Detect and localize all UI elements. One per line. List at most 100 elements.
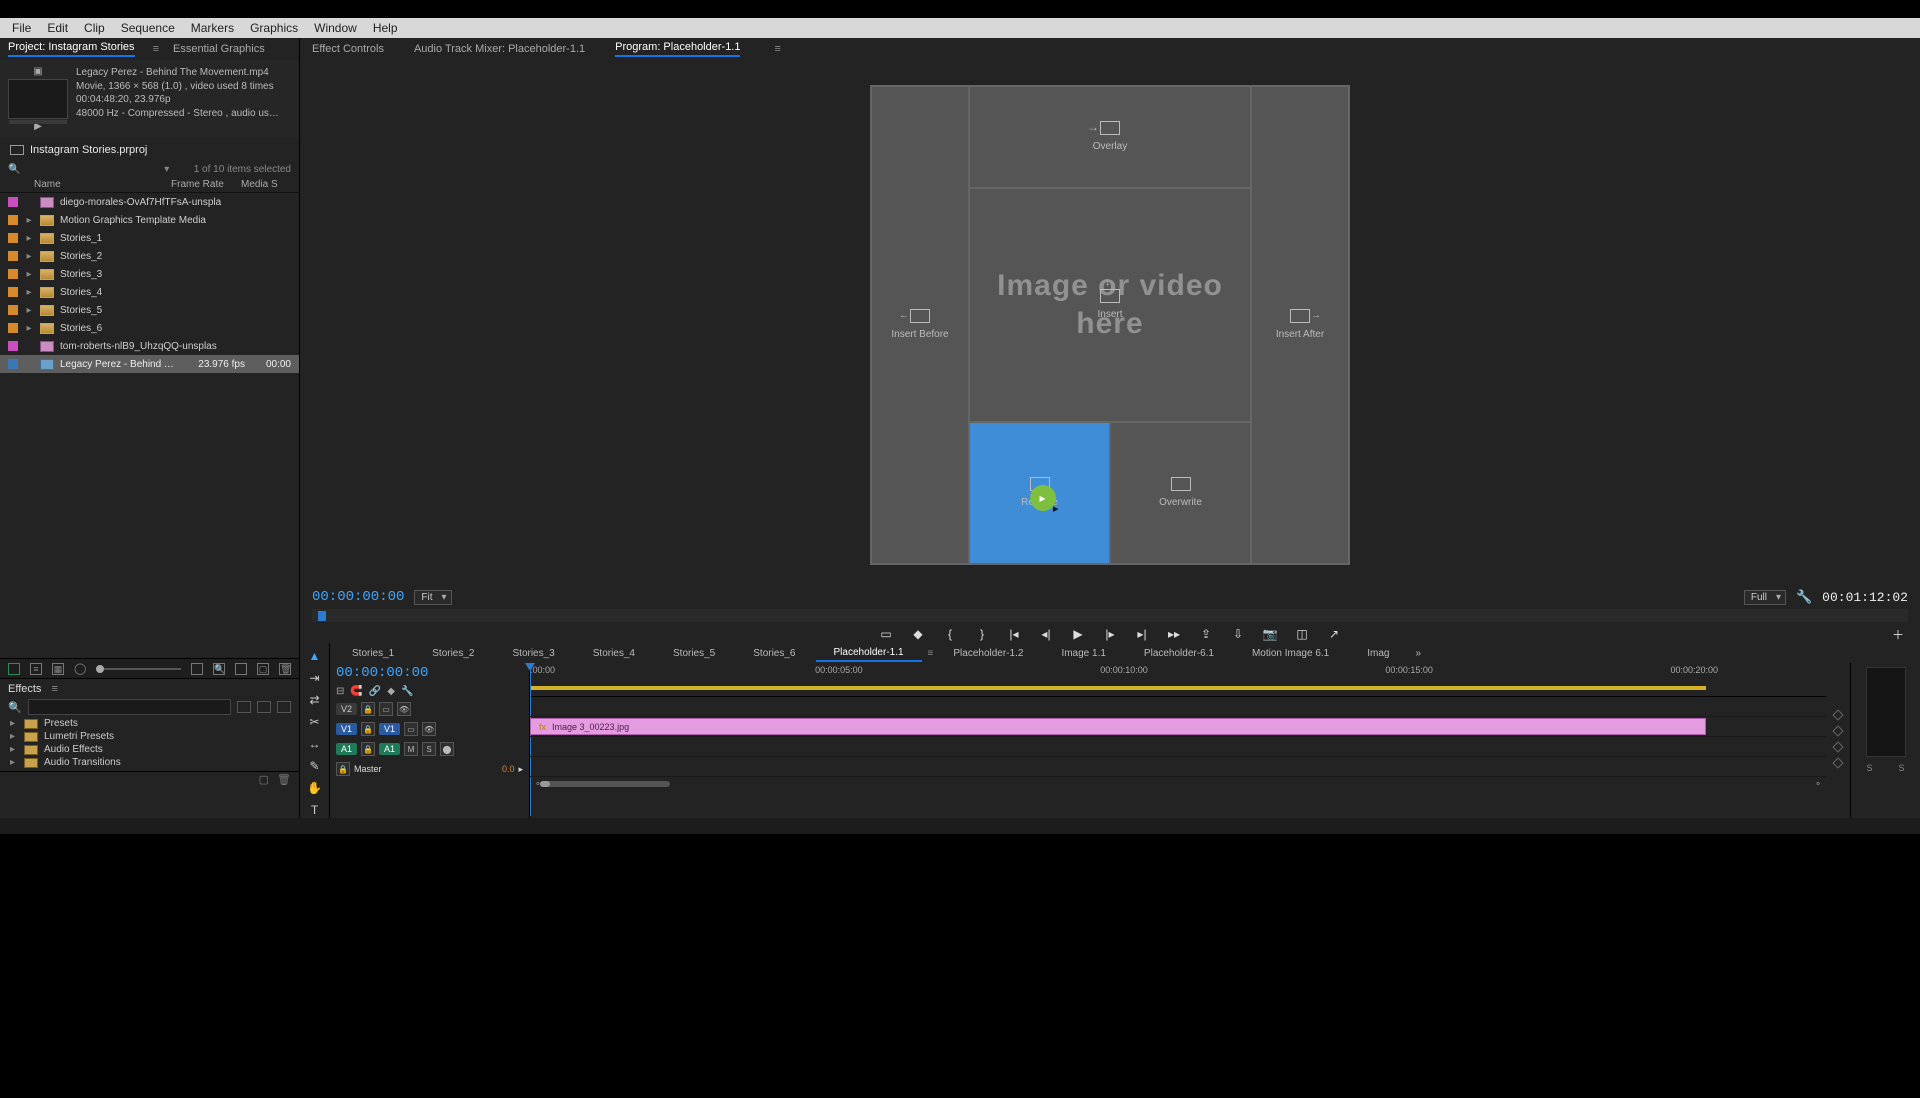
bin-row[interactable]: ▸Motion Graphics Template Media	[0, 211, 299, 229]
frame-fwd-button[interactable]: |▸	[1102, 626, 1118, 642]
button-editor-icon[interactable]: ＋	[1890, 626, 1906, 642]
menu-graphics[interactable]: Graphics	[242, 21, 306, 35]
filter-bin-icon[interactable]: ▾	[160, 164, 174, 175]
track-lock-icon[interactable]: 🔒	[336, 762, 350, 776]
ripple-edit-tool[interactable]: ⇄	[307, 693, 323, 707]
menu-help[interactable]: Help	[365, 21, 406, 35]
selection-tool[interactable]: ▲	[307, 649, 323, 663]
resolution-select[interactable]: Full	[1744, 590, 1786, 605]
track-header-a1[interactable]: A1🔒A1MS⬤	[330, 739, 529, 759]
menu-sequence[interactable]: Sequence	[113, 21, 183, 35]
auto-seq-icon[interactable]	[191, 663, 203, 675]
expand-icon[interactable]: ▸	[518, 764, 523, 775]
more-tabs-icon[interactable]: »	[1409, 648, 1427, 659]
type-tool[interactable]: T	[307, 803, 323, 817]
lift-button[interactable]: ⇪	[1198, 626, 1214, 642]
sequence-tab[interactable]: Stories_5	[655, 646, 733, 661]
add-marker-icon[interactable]: ◆	[387, 686, 395, 697]
bin-row[interactable]: diego-morales-OvAf7HfTFsA-unspla	[0, 193, 299, 211]
clip-thumbnail[interactable]	[8, 79, 68, 119]
col-frame-rate[interactable]: Frame Rate	[171, 179, 241, 190]
sequence-tab[interactable]: Motion Image 6.1	[1234, 646, 1347, 661]
program-scrubber[interactable]	[312, 609, 1908, 622]
work-area-bar[interactable]	[530, 686, 1706, 690]
sequence-tab[interactable]: Image 1.1	[1043, 646, 1123, 661]
label-swatch[interactable]	[8, 197, 18, 207]
track-output-icon[interactable]: 👁	[422, 722, 436, 736]
panel-menu-icon[interactable]: ≡	[774, 43, 780, 55]
keyframe-diamond-icon[interactable]	[1832, 757, 1843, 768]
label-swatch[interactable]	[8, 287, 18, 297]
fx-badge-icon[interactable]: fx	[539, 722, 546, 732]
sequence-tab[interactable]: Stories_1	[334, 646, 412, 661]
bin-row[interactable]: ▸Stories_5	[0, 301, 299, 319]
audio-meter[interactable]	[1866, 667, 1906, 757]
razor-tool[interactable]: ✂	[307, 715, 323, 729]
keyframe-diamond-icon[interactable]	[1832, 741, 1843, 752]
fx-badge-accel-icon[interactable]	[237, 701, 251, 713]
zoom-fit-select[interactable]: Fit	[414, 590, 451, 605]
track-sync-icon[interactable]: ▭	[404, 722, 418, 736]
label-swatch[interactable]	[8, 305, 18, 315]
share-button[interactable]: ↗	[1326, 626, 1342, 642]
bin-row[interactable]: ▸Stories_3	[0, 265, 299, 283]
timeline-clip[interactable]: fxImage 3_00223.jpg	[530, 718, 1706, 735]
go-to-in-button[interactable]: }	[974, 626, 990, 642]
project-file-name[interactable]: Instagram Stories.prproj	[30, 144, 147, 156]
dropzone-overlay[interactable]: Overlay	[970, 87, 1250, 187]
dropzone-insert-after[interactable]: Insert After	[1252, 87, 1348, 563]
fx-badge-yuv-icon[interactable]	[277, 701, 291, 713]
export-frame-button[interactable]: 📷	[1262, 626, 1278, 642]
thumb-size-slider[interactable]	[96, 668, 181, 670]
col-name[interactable]: Name	[8, 179, 171, 190]
go-to-out-button[interactable]: ▸▸	[1166, 626, 1182, 642]
sequence-tab[interactable]: Stories_6	[735, 646, 813, 661]
bin-row[interactable]: ▸Stories_6	[0, 319, 299, 337]
solo-icon[interactable]: S	[422, 742, 436, 756]
track-output-icon[interactable]: 👁	[397, 702, 411, 716]
mark-in-button[interactable]: ◆	[910, 626, 926, 642]
panel-menu-icon[interactable]: ≡	[51, 683, 57, 695]
new-preset-bin-icon[interactable]: ▢	[259, 773, 269, 786]
bin-row[interactable]: ▸Stories_2	[0, 247, 299, 265]
hand-tool[interactable]: ✋	[307, 781, 323, 795]
label-swatch[interactable]	[8, 215, 18, 225]
freeform-view-icon[interactable]: ▦	[52, 663, 64, 675]
effects-folder[interactable]: ▸Audio Effects	[0, 743, 299, 756]
time-ruler[interactable]: :00:00 00:00:05:00 00:00:10:00 00:00:15:…	[530, 663, 1826, 697]
sequence-tab[interactable]: Imag	[1349, 646, 1407, 661]
sequence-tab[interactable]: Stories_2	[414, 646, 492, 661]
play-button[interactable]: ▶	[1070, 626, 1086, 642]
menu-clip[interactable]: Clip	[76, 21, 113, 35]
tab-program-monitor[interactable]: Program: Placeholder-1.1	[615, 41, 740, 57]
nest-toggle-icon[interactable]: ⊟	[336, 686, 344, 697]
tab-audio-mixer[interactable]: Audio Track Mixer: Placeholder-1.1	[414, 43, 585, 55]
sequence-tab[interactable]: Placeholder-6.1	[1126, 646, 1232, 661]
sequence-tab[interactable]: Stories_3	[495, 646, 573, 661]
label-swatch[interactable]	[8, 323, 18, 333]
label-swatch[interactable]	[8, 233, 18, 243]
menu-markers[interactable]: Markers	[183, 21, 242, 35]
menu-window[interactable]: Window	[306, 21, 365, 35]
search-icon[interactable]: 🔍	[8, 164, 26, 175]
sequence-tab[interactable]: Placeholder-1.2	[935, 646, 1041, 661]
effects-folder[interactable]: ▸Audio Transitions	[0, 756, 299, 769]
timeline-zoom-scroll[interactable]: ◦◦	[530, 777, 1826, 791]
list-view-icon[interactable]	[8, 663, 20, 675]
step-back-button[interactable]: |◂	[1006, 626, 1022, 642]
tab-project[interactable]: Project: Instagram Stories	[8, 41, 135, 57]
extract-button[interactable]: ⇩	[1230, 626, 1246, 642]
track-lane-a1[interactable]	[530, 737, 1826, 757]
track-lock-icon[interactable]: 🔒	[361, 742, 375, 756]
program-monitor[interactable]: Overlay Insert Before Image or videohere…	[300, 60, 1920, 589]
bin-row[interactable]: ▸Stories_4	[0, 283, 299, 301]
track-header-master[interactable]: 🔒Master0.0▸	[330, 759, 529, 779]
slip-tool[interactable]: ↔	[307, 737, 323, 751]
track-header-v1[interactable]: V1🔒V1▭👁	[330, 719, 529, 739]
settings-icon[interactable]: 🔧	[1796, 589, 1812, 605]
track-lane-v1[interactable]: fxImage 3_00223.jpg	[530, 717, 1826, 737]
bin-row[interactable]: ▸Stories_1	[0, 229, 299, 247]
bin-row[interactable]: Legacy Perez - Behind The Moveme23.976 f…	[0, 355, 299, 373]
delete-icon[interactable]: 🗑	[279, 663, 291, 675]
menu-edit[interactable]: Edit	[39, 21, 76, 35]
